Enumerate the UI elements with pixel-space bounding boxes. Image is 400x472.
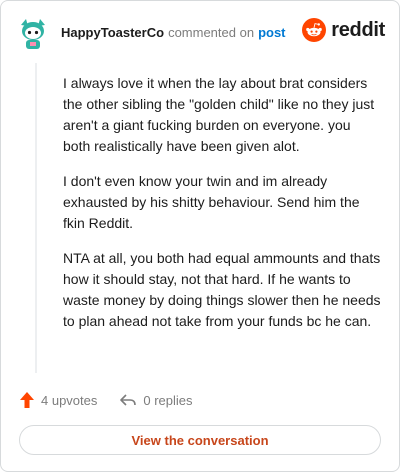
comment-actions: 4 upvotes 0 replies	[19, 390, 193, 410]
comment-paragraph: NTA at all, you both had equal ammounts …	[63, 250, 381, 329]
reply-arrow-icon	[120, 394, 137, 406]
upvote-arrow-icon	[20, 392, 34, 408]
comment-paragraph: I always love it when the lay about brat…	[63, 75, 375, 154]
reddit-logo[interactable]: reddit	[302, 18, 385, 42]
reply-count: 0 replies	[143, 392, 193, 408]
upvote-button[interactable]: 4 upvotes	[19, 391, 97, 409]
comment-header: HappyToasterCo commented on post reddit	[15, 15, 385, 51]
comment-paragraph: I don't even know your twin and im alrea…	[63, 173, 360, 231]
user-avatar[interactable]	[15, 15, 51, 51]
comment-meta: HappyToasterCo commented on post	[61, 25, 286, 41]
reply-button[interactable]: 0 replies	[119, 392, 193, 408]
comment-body: I always love it when the lay about brat…	[63, 73, 381, 346]
snoo-avatar-icon	[15, 15, 51, 51]
username-link[interactable]: HappyToasterCo	[61, 25, 164, 40]
upvote-count: 4 upvotes	[41, 392, 98, 408]
thread-line[interactable]	[35, 63, 37, 373]
reddit-wordmark: reddit	[331, 18, 385, 41]
post-link[interactable]: post	[258, 25, 285, 40]
commented-on-text: commented on	[168, 25, 255, 40]
view-conversation-button[interactable]: View the conversation	[19, 425, 381, 455]
reddit-logo-icon	[302, 18, 327, 42]
comment-card: HappyToasterCo commented on post reddit I …	[0, 0, 400, 472]
